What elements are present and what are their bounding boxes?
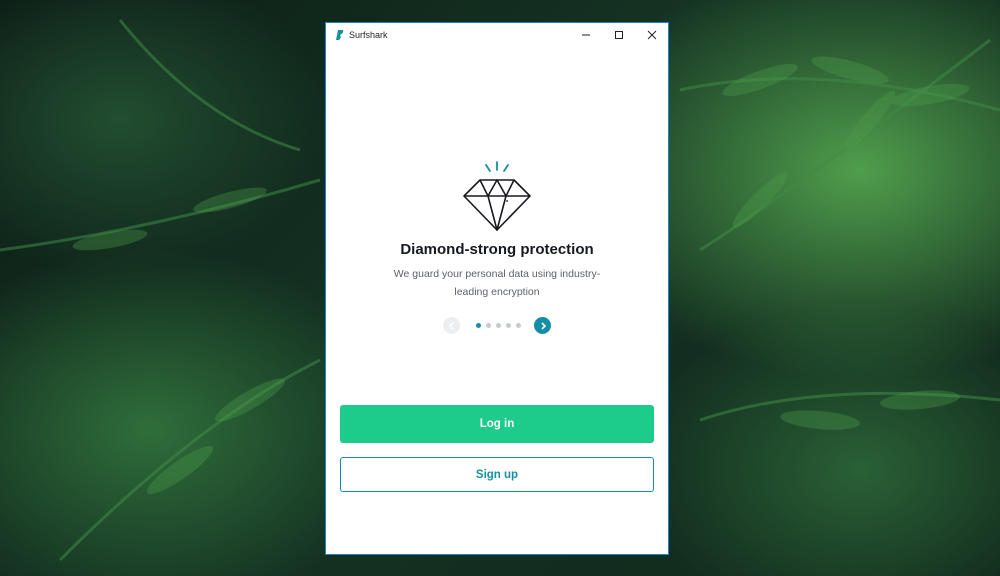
carousel-dot-4[interactable] xyxy=(506,323,511,328)
carousel-dot-2[interactable] xyxy=(486,323,491,328)
minimize-icon xyxy=(581,34,590,36)
login-button[interactable]: Log in xyxy=(340,405,654,443)
window-title: Surfshark xyxy=(349,30,388,40)
carousel-dot-1[interactable] xyxy=(476,323,481,328)
diamond-icon xyxy=(463,161,531,231)
chevron-right-icon xyxy=(540,321,546,330)
window-controls xyxy=(569,23,668,47)
app-window: Surfshark Diamond-strong protection We g… xyxy=(325,22,669,555)
carousel-navigation xyxy=(326,317,668,335)
signup-button[interactable]: Sign up xyxy=(340,457,654,492)
onboarding-headline: Diamond-strong protection xyxy=(400,241,594,258)
onboarding-panel: Diamond-strong protection We guard your … xyxy=(326,47,668,554)
chevron-left-icon xyxy=(448,321,454,330)
close-button[interactable] xyxy=(635,23,668,47)
carousel-next-button[interactable] xyxy=(534,317,551,334)
onboarding-description: We guard your personal data using indust… xyxy=(393,268,601,298)
minimize-button[interactable] xyxy=(569,23,602,47)
maximize-icon xyxy=(614,31,623,39)
surfshark-logo-icon xyxy=(334,29,344,41)
maximize-button[interactable] xyxy=(602,23,635,47)
carousel-dot-3[interactable] xyxy=(496,323,501,328)
login-button-label: Log in xyxy=(479,418,515,430)
carousel-prev-button[interactable] xyxy=(443,317,460,334)
carousel-dots xyxy=(476,323,521,328)
title-bar[interactable]: Surfshark xyxy=(326,23,668,47)
carousel-dot-5[interactable] xyxy=(516,323,521,328)
signup-button-label: Sign up xyxy=(475,468,519,481)
close-icon xyxy=(647,30,656,40)
